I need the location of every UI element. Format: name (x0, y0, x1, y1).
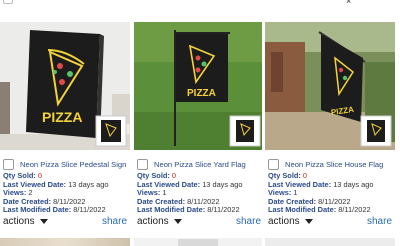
yard-flag-image: PIZZA (134, 22, 262, 150)
last-modified-value: 8/11/2022 (338, 205, 371, 215)
title-row: Neon Pizza Slice Yard Flag (134, 157, 264, 171)
last-modified-label: Last Modified Date: (268, 205, 337, 215)
product-thumbnail[interactable]: PIZZA (134, 22, 264, 150)
last-modified-value: 8/11/2022 (207, 205, 240, 215)
product-thumbnail-partial[interactable] (134, 238, 262, 246)
select-checkbox-partial[interactable] (3, 0, 13, 4)
actions-label: actions (268, 216, 300, 227)
card-actions: actions share (3, 216, 127, 228)
last-modified-label: Last Modified Date: (3, 205, 72, 215)
title-row: Neon Pizza Slice House Flag (265, 157, 395, 171)
actions-label: actions (3, 216, 35, 227)
top-strip: × (0, 0, 400, 12)
last-viewed-value: 13 days ago (333, 179, 374, 189)
select-checkbox[interactable] (3, 158, 14, 170)
select-checkbox[interactable] (137, 158, 148, 170)
product-title-link[interactable]: Neon Pizza Slice Yard Flag (154, 160, 246, 169)
share-link[interactable]: share (236, 216, 261, 227)
share-link[interactable]: share (367, 216, 392, 227)
last-viewed-value: 13 days ago (68, 179, 109, 189)
product-thumbnail[interactable]: PIZZA (0, 22, 130, 150)
product-card: PIZZA Neon Pizza Slice House Flag Qty So… (265, 22, 395, 234)
select-checkbox[interactable] (268, 158, 279, 170)
product-card: PIZZA Neon Pizza Slice Yard Flag Qty Sol… (134, 22, 264, 234)
last-modified-label: Last Modified Date: (137, 205, 206, 215)
house-flag-image: PIZZA (265, 22, 395, 150)
product-thumbnail[interactable]: PIZZA (265, 22, 395, 150)
product-stats: Qty Sold: 0 Last Viewed Date: 13 days ag… (268, 171, 398, 215)
actions-dropdown[interactable]: actions (268, 216, 313, 227)
pedestal-sign-image: PIZZA (0, 22, 130, 150)
product-stats: Qty Sold: 0 Last Viewed Date: 13 days ag… (137, 171, 267, 215)
card-actions: actions share (268, 216, 392, 228)
product-thumbnail-partial[interactable] (265, 238, 395, 246)
share-link[interactable]: share (102, 216, 127, 227)
caret-down-icon (304, 219, 313, 224)
actions-label: actions (137, 216, 169, 227)
title-row: Neon Pizza Slice Pedestal Sign (0, 157, 130, 171)
product-title-link[interactable]: Neon Pizza Slice Pedestal Sign (20, 160, 126, 169)
actions-dropdown[interactable]: actions (3, 216, 48, 227)
card-actions: actions share (137, 216, 261, 228)
caret-down-icon (173, 219, 182, 224)
last-modified-value: 8/11/2022 (73, 205, 106, 215)
image-pizza-text: PIZZA (187, 88, 216, 99)
close-icon[interactable]: × (346, 0, 351, 6)
last-viewed-value: 13 days ago (202, 179, 243, 189)
product-title-link[interactable]: Neon Pizza Slice House Flag (285, 160, 383, 169)
product-stats: Qty Sold: 0 Last Viewed Date: 13 days ag… (3, 171, 133, 215)
image-pizza-text: PIZZA (42, 109, 82, 125)
caret-down-icon (39, 219, 48, 224)
product-card: PIZZA Neon Pizza Slice Pedestal Sign Qty… (0, 22, 130, 234)
actions-dropdown[interactable]: actions (137, 216, 182, 227)
product-thumbnail-partial[interactable] (0, 238, 130, 246)
